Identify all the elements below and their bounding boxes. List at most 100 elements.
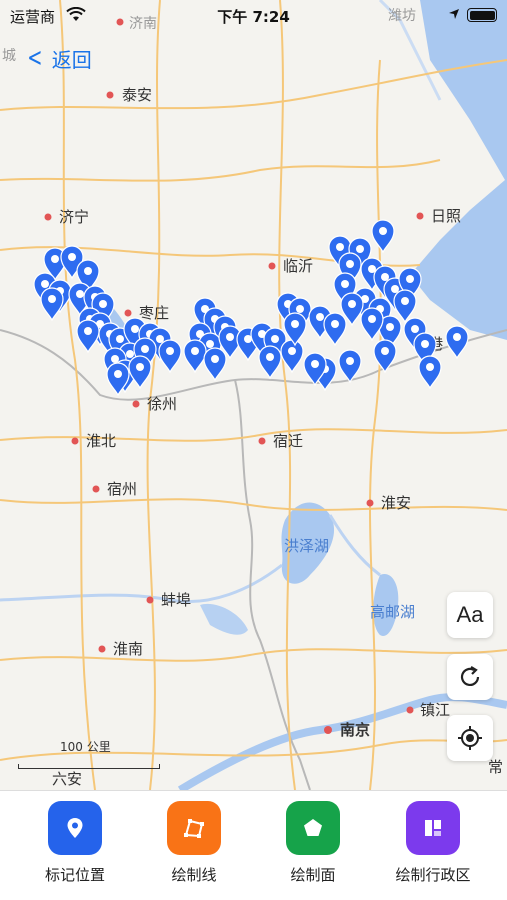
city-dot xyxy=(124,309,132,317)
tool-tile xyxy=(406,801,460,855)
clock: 下午 7:24 xyxy=(217,8,290,26)
map-marker-dot xyxy=(211,355,219,363)
draw-region-button[interactable]: 绘制行政区 xyxy=(373,801,493,885)
city-label-xuzhou: 徐州 xyxy=(147,395,177,413)
refresh-icon xyxy=(460,666,480,686)
city-dot xyxy=(92,485,100,493)
city-label-suqian: 宿迁 xyxy=(273,432,303,450)
city-label-edge: 城 xyxy=(2,48,16,64)
map-marker-dot xyxy=(346,357,354,365)
land xyxy=(0,0,507,790)
city-dot xyxy=(71,437,79,445)
map-marker-dot xyxy=(348,300,356,308)
city-label-nanjing: 南京 xyxy=(340,721,370,739)
draw-line-button[interactable]: 绘制线 xyxy=(134,801,254,885)
map-marker-dot xyxy=(411,325,419,333)
map-marker-dot xyxy=(99,300,107,308)
city-label-zaozhuang: 枣庄 xyxy=(139,304,169,322)
pentagon-icon xyxy=(304,819,322,836)
map-marker-dot xyxy=(331,320,339,328)
map-marker-dot xyxy=(76,290,84,298)
map-marker-dot xyxy=(114,370,122,378)
font-size-label: Aa xyxy=(456,602,484,627)
map-marker-dot xyxy=(406,275,414,283)
map-marker-dot xyxy=(381,273,389,281)
city-label-jining: 济宁 xyxy=(59,208,89,226)
status-bar: 运营商 下午 7:24 xyxy=(0,0,507,32)
map-marker-dot xyxy=(271,335,279,343)
lake-label-hongze: 洪泽湖 xyxy=(284,537,329,555)
map-marker-dot xyxy=(111,355,119,363)
tool-tile xyxy=(286,801,340,855)
tool-label: 绘制行政区 xyxy=(395,866,471,884)
city-label-suzhou: 宿州 xyxy=(107,480,137,498)
map-marker-dot xyxy=(51,255,59,263)
map-marker-dot xyxy=(346,260,354,268)
map-marker-dot xyxy=(68,253,76,261)
map-marker-dot xyxy=(131,325,139,333)
mark-location-button[interactable]: 标记位置 xyxy=(15,801,135,885)
tool-tile xyxy=(48,801,102,855)
map-marker-dot xyxy=(368,315,376,323)
city-dot xyxy=(416,212,424,220)
tool-label: 绘制面 xyxy=(290,866,336,884)
map-screen: 济南 泰安 济宁 枣庄 临沂 日照 徐州 淮北 宿迁 宿州 淮安 蚌埠 淮南 南… xyxy=(0,0,507,900)
city-dot xyxy=(106,91,114,99)
city-label-huainan: 淮南 xyxy=(113,640,143,658)
map-marker-dot xyxy=(356,245,364,253)
city-label-taian: 泰安 xyxy=(122,86,152,104)
city-label-rizhao: 日照 xyxy=(431,207,461,225)
tool-label: 绘制线 xyxy=(171,866,217,884)
battery-icon xyxy=(467,8,497,22)
map-marker-dot xyxy=(391,285,399,293)
city-dot xyxy=(268,262,276,270)
bottom-toolbar: 标记位置 绘制线 绘制面 绘制行政区 xyxy=(0,790,507,900)
map-marker-dot xyxy=(291,320,299,328)
map-marker-dot xyxy=(141,345,149,353)
map-marker-dot xyxy=(166,347,174,355)
city-dot xyxy=(146,596,154,604)
map-marker-dot xyxy=(401,297,409,305)
map-marker-dot xyxy=(421,340,429,348)
map-marker-dot xyxy=(453,333,461,341)
map-marker-dot xyxy=(311,360,319,368)
city-dot xyxy=(132,400,140,408)
map-marker-dot xyxy=(316,313,324,321)
map-marker-dot xyxy=(41,280,49,288)
map-marker-dot xyxy=(116,335,124,343)
map-marker-dot xyxy=(84,267,92,275)
city-label-zhenjiang: 镇江 xyxy=(420,701,450,719)
back-button[interactable]: < 返回 xyxy=(24,43,92,73)
map-marker-dot xyxy=(84,327,92,335)
map-marker-dot xyxy=(381,347,389,355)
map-marker-dot xyxy=(379,227,387,235)
city-label-huaibei: 淮北 xyxy=(86,432,116,450)
map-marker-dot xyxy=(156,335,164,343)
location-pin-icon xyxy=(67,818,83,838)
map-canvas[interactable]: 济南 泰安 济宁 枣庄 临沂 日照 徐州 淮北 宿迁 宿州 淮安 蚌埠 淮南 南… xyxy=(0,0,507,790)
city-dot xyxy=(258,437,266,445)
map-marker-dot xyxy=(266,353,274,361)
map-marker-dot xyxy=(336,243,344,251)
locate-button[interactable] xyxy=(447,715,493,761)
chevron-left-icon: < xyxy=(27,43,43,73)
map-marker-dot xyxy=(426,363,434,371)
city-label-huaian: 淮安 xyxy=(381,494,411,512)
map-marker-dot xyxy=(191,347,199,355)
lake-label-gaoyou: 高邮湖 xyxy=(370,603,415,621)
map-marker-dot xyxy=(136,363,144,371)
map-marker-dot xyxy=(296,305,304,313)
draw-area-button[interactable]: 绘制面 xyxy=(253,801,373,885)
city-label-bengbu: 蚌埠 xyxy=(161,591,191,609)
map-marker-dot xyxy=(288,347,296,355)
map-marker-dot xyxy=(206,340,214,348)
map-marker-dot xyxy=(226,333,234,341)
location-arrow-icon xyxy=(449,9,459,19)
city-label-linyi: 临沂 xyxy=(283,257,313,275)
font-size-button[interactable]: Aa xyxy=(447,592,493,638)
tool-label: 标记位置 xyxy=(44,866,105,884)
refresh-button[interactable] xyxy=(447,654,493,700)
region-icon xyxy=(425,820,441,836)
city-label-luan: 六安 xyxy=(52,770,82,788)
map-marker-dot xyxy=(126,350,134,358)
